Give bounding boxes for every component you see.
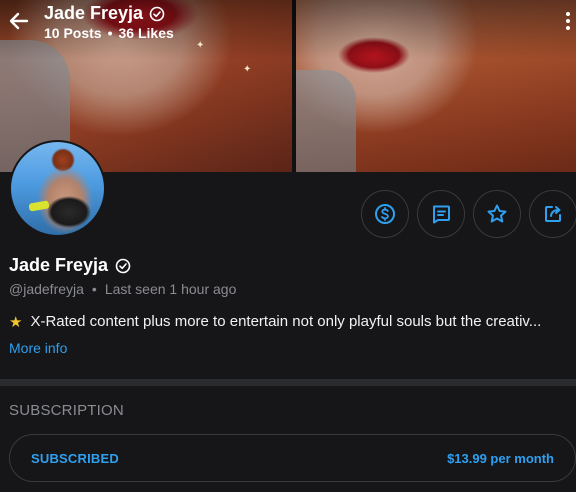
message-icon (433, 205, 450, 224)
profile-name: Jade Freyja (9, 255, 131, 276)
more-menu-button[interactable] (564, 10, 572, 32)
profile-meta: @jadefreyja • Last seen 1 hour ago (9, 281, 236, 297)
meta-separator: • (91, 281, 97, 297)
posts-count: 10 Posts (44, 25, 102, 41)
header-stats: 10 Posts • 36 Likes (44, 25, 174, 41)
tip-button[interactable] (361, 190, 409, 238)
subscription-section-title: SUBSCRIPTION (9, 402, 124, 419)
verified-badge-icon (115, 258, 131, 273)
message-button[interactable] (417, 190, 465, 238)
subscription-status: SUBSCRIBED (31, 450, 119, 466)
sparkle-icon: ✦ (196, 40, 205, 51)
header-title: Jade Freyja (44, 3, 165, 24)
star-icon (487, 204, 507, 223)
back-button[interactable] (8, 10, 30, 32)
profile-handle: @jadefreyja (9, 281, 84, 297)
star-icon: ★ (9, 314, 23, 331)
profile-bio: ★ X-Rated content plus more to entertain… (9, 313, 575, 331)
likes-count: 36 Likes (118, 25, 174, 41)
dollar-icon (375, 204, 395, 224)
stats-separator: • (107, 25, 113, 41)
subscription-price: $13.99 per month (447, 450, 554, 466)
section-divider (0, 379, 576, 386)
vertical-dots-icon (566, 12, 570, 30)
last-seen: Last seen 1 hour ago (104, 281, 237, 297)
arrow-left-icon (9, 12, 29, 30)
avatar[interactable] (9, 140, 106, 237)
subscription-button[interactable]: SUBSCRIBED $13.99 per month (9, 434, 576, 482)
header-name: Jade Freyja (44, 3, 144, 23)
profile-name-text: Jade Freyja (9, 255, 109, 275)
more-info-link[interactable]: More info (9, 340, 67, 356)
bio-text: X-Rated content plus more to entertain n… (30, 313, 542, 330)
favorite-button[interactable] (473, 190, 521, 238)
sparkle-icon: ✦ (243, 64, 252, 75)
share-button[interactable] (529, 190, 576, 238)
verified-badge-icon (149, 6, 165, 21)
share-icon (545, 206, 561, 222)
